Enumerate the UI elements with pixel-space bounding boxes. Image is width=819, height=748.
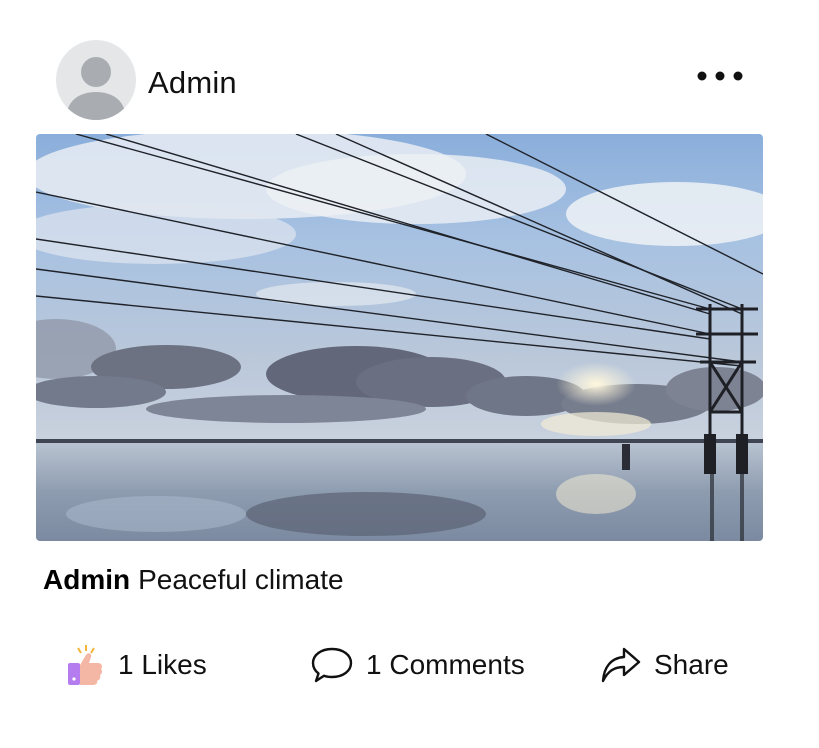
post-image[interactable] [36,134,763,541]
caption-text: Peaceful climate [138,564,344,595]
landscape-photo [36,134,763,541]
comments-count: 1 Comments [366,649,525,680]
post-card: Admin Admin Peaceful climate 1 Likes 1 C… [0,0,819,748]
speech-bubble-icon [311,647,353,683]
like-button[interactable]: 1 Likes [64,640,207,690]
share-button[interactable]: Share [600,640,729,690]
comment-button[interactable]: 1 Comments [310,640,525,690]
author-name[interactable]: Admin [148,63,237,103]
share-arrow-icon [601,647,641,683]
post-caption: Admin Peaceful climate [43,560,344,600]
more-options-button[interactable] [692,58,748,94]
more-horizontal-icon [697,71,743,81]
thumbs-up-icon [68,645,103,685]
caption-author[interactable]: Admin [43,564,130,595]
share-label: Share [654,649,729,680]
avatar[interactable] [56,40,136,120]
likes-count: 1 Likes [118,649,207,680]
default-user-icon [66,57,126,120]
